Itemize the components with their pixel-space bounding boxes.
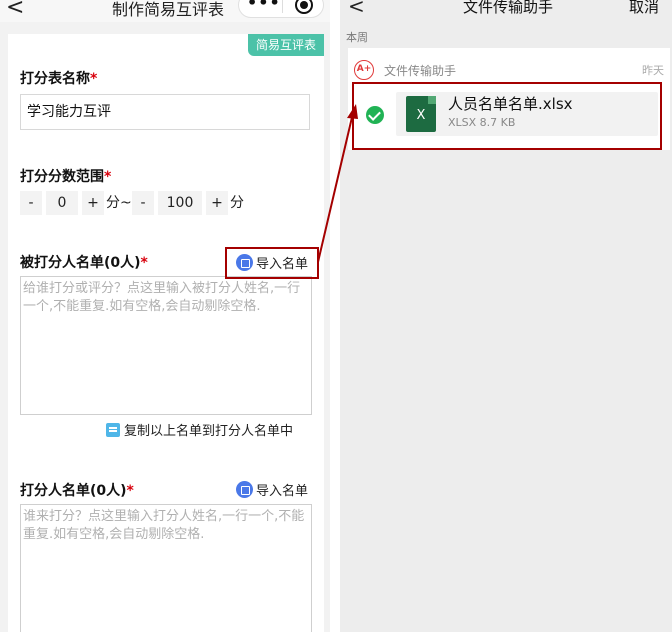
arrow-line — [317, 112, 354, 263]
annotation-arrow — [317, 104, 358, 263]
arrow-head — [347, 104, 358, 119]
